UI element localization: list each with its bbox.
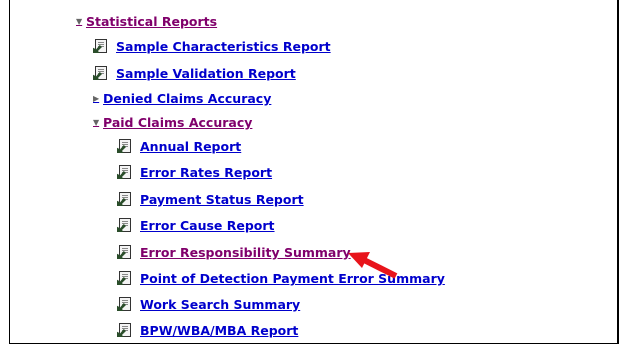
link-label[interactable]: BPW/WBA/MBA Report xyxy=(140,323,298,338)
link-label[interactable]: Work Search Summary xyxy=(140,297,300,312)
tree-node-label[interactable]: Paid Claims Accuracy xyxy=(103,115,252,130)
link-label[interactable]: Sample Validation Report xyxy=(116,66,296,81)
link-label[interactable]: Annual Report xyxy=(140,139,241,154)
report-document-icon xyxy=(117,218,133,233)
link-label[interactable]: Error Rates Report xyxy=(140,165,272,180)
report-document-icon xyxy=(117,139,133,154)
report-document-icon xyxy=(117,271,133,286)
report-document-icon xyxy=(117,297,133,312)
link-sample-characteristics-report[interactable]: Sample Characteristics Report xyxy=(93,39,331,54)
report-document-icon xyxy=(117,165,133,180)
triangle-right-icon[interactable]: ▶ xyxy=(93,94,101,103)
tree-node-denied-claims-accuracy[interactable]: ▶ Denied Claims Accuracy xyxy=(93,91,271,106)
tree-node-label[interactable]: Denied Claims Accuracy xyxy=(103,91,271,106)
link-label[interactable]: Sample Characteristics Report xyxy=(116,39,331,54)
link-sample-validation-report[interactable]: Sample Validation Report xyxy=(93,66,296,81)
link-payment-status-report[interactable]: Payment Status Report xyxy=(117,192,304,207)
link-annual-report[interactable]: Annual Report xyxy=(117,139,241,154)
link-label[interactable]: Error Cause Report xyxy=(140,218,275,233)
report-document-icon xyxy=(117,192,133,207)
link-label[interactable]: Payment Status Report xyxy=(140,192,304,207)
red-pointer-arrow-icon xyxy=(348,252,398,279)
link-error-rates-report[interactable]: Error Rates Report xyxy=(117,165,272,180)
report-document-icon xyxy=(93,66,109,81)
tree-node-paid-claims-accuracy[interactable]: ▼ Paid Claims Accuracy xyxy=(93,115,252,130)
triangle-down-icon[interactable]: ▼ xyxy=(93,118,101,127)
link-error-cause-report[interactable]: Error Cause Report xyxy=(117,218,275,233)
link-bpw-wba-mba-report[interactable]: BPW/WBA/MBA Report xyxy=(117,323,298,338)
report-document-icon xyxy=(117,245,133,260)
report-document-icon xyxy=(93,39,109,54)
link-work-search-summary[interactable]: Work Search Summary xyxy=(117,297,300,312)
link-error-responsibility-summary[interactable]: Error Responsibility Summary xyxy=(117,245,351,260)
triangle-down-icon[interactable]: ▼ xyxy=(76,17,84,26)
tree-node-statistical-reports[interactable]: ▼ Statistical Reports xyxy=(76,14,217,29)
tree-node-label[interactable]: Statistical Reports xyxy=(86,14,217,29)
report-document-icon xyxy=(117,323,133,338)
link-label[interactable]: Error Responsibility Summary xyxy=(140,245,351,260)
